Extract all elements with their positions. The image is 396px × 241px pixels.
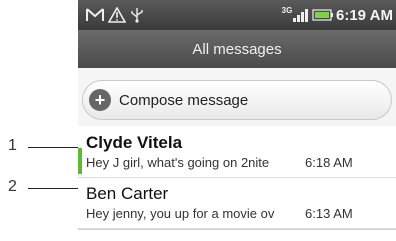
message-time: 6:18 AM [305, 155, 353, 170]
title-bar: All messages [78, 30, 396, 68]
message-thread[interactable]: Ben Carter Hey jenny, you up for a movie… [78, 179, 396, 229]
list-divider [78, 229, 396, 241]
plus-icon: + [89, 89, 111, 111]
warning-icon [108, 7, 126, 23]
callout-1: 1 [0, 137, 90, 157]
battery-icon [312, 7, 334, 23]
callout-number: 1 [8, 137, 17, 154]
unread-indicator [78, 148, 82, 174]
message-thread[interactable]: Clyde Vitela Hey J girl, what's going on… [78, 128, 396, 178]
sender-name: Ben Carter [86, 184, 169, 203]
signal-icon [292, 7, 308, 23]
page-title: All messages [192, 41, 282, 58]
message-preview: Hey J girl, what's going on 2nite [86, 155, 270, 170]
message-preview: Hey jenny, you up for a movie ov [86, 206, 275, 221]
phone-screen: 3G 6:19 AM All messages + Compose messag… [78, 0, 396, 241]
compose-label: Compose message [119, 92, 249, 109]
gmail-icon [86, 7, 104, 23]
callout-2: 2 [0, 178, 90, 198]
sender-name: Clyde Vitela [86, 133, 183, 152]
callout-number: 2 [8, 178, 17, 195]
usb-icon [130, 7, 144, 23]
status-time: 6:19 AM [336, 7, 393, 24]
message-time: 6:13 AM [305, 206, 353, 221]
status-bar: 3G 6:19 AM [78, 0, 396, 30]
compose-row: + Compose message [78, 68, 396, 126]
compose-message-button[interactable]: + Compose message [82, 80, 392, 120]
